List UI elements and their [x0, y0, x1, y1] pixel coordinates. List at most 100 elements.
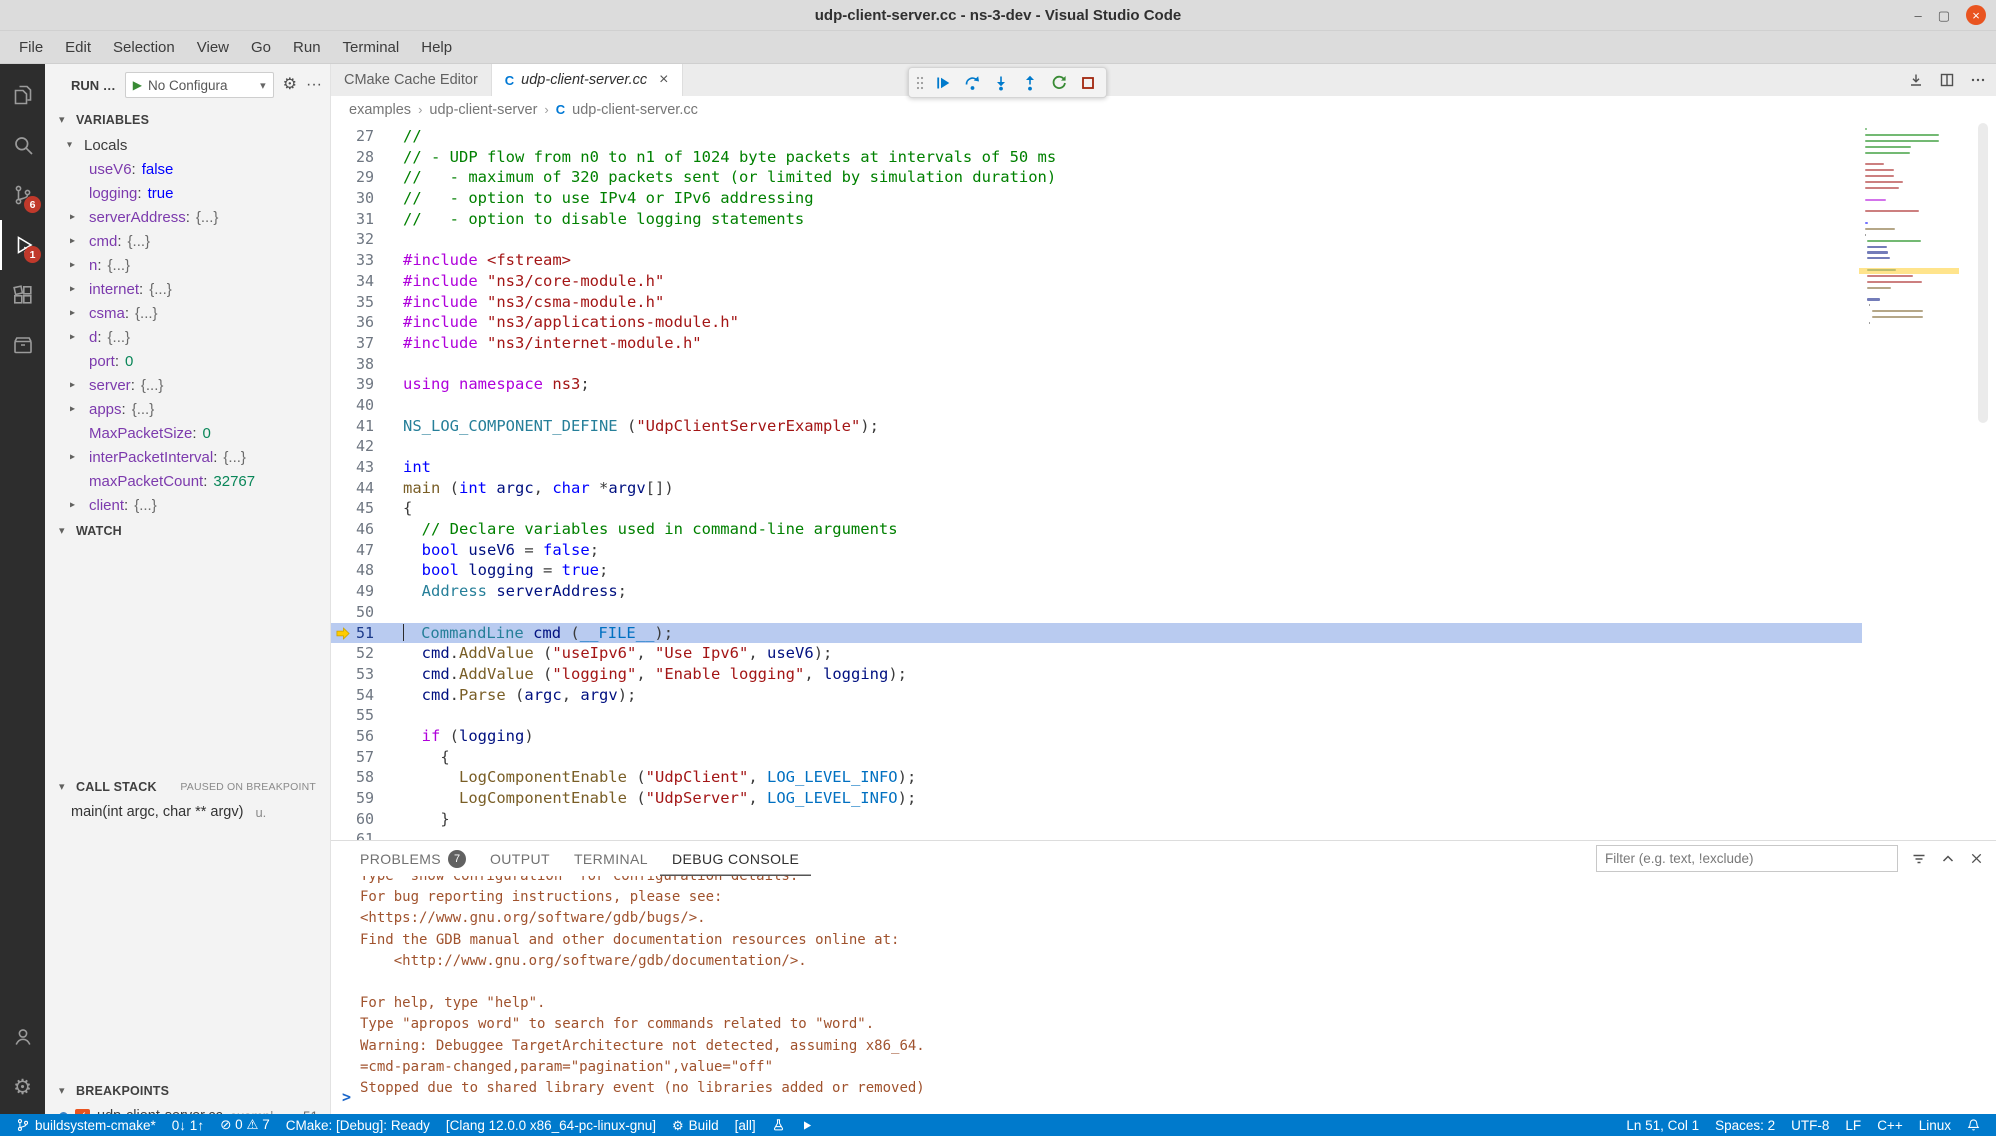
- cursor-position[interactable]: Ln 51, Col 1: [1618, 1114, 1707, 1136]
- build-button[interactable]: ⚙Build: [664, 1114, 727, 1136]
- cmake-kit-status[interactable]: [Clang 12.0.0 x86_64-pc-linux-gnu]: [438, 1114, 664, 1136]
- menu-file[interactable]: File: [8, 31, 54, 63]
- code-line[interactable]: 29// - maximum of 320 packets sent (or l…: [331, 167, 1862, 188]
- variable-row[interactable]: ▸client:{...}: [45, 493, 330, 517]
- tab-udp-client-server[interactable]: C udp-client-server.cc ×: [492, 64, 683, 96]
- close-tab-icon[interactable]: ×: [659, 72, 668, 88]
- panel-tab-debug-console[interactable]: DEBUG CONSOLE: [660, 841, 811, 876]
- code-line[interactable]: 50: [331, 602, 1862, 623]
- code-line[interactable]: 46 // Declare variables used in command-…: [331, 519, 1862, 540]
- code-line[interactable]: 27//: [331, 126, 1862, 147]
- chevron-collapsed-icon[interactable]: ▸: [70, 236, 75, 247]
- breakpoint-checkbox[interactable]: ✓: [75, 1109, 90, 1115]
- tab-cmake-cache-editor[interactable]: CMake Cache Editor: [331, 64, 492, 96]
- breadcrumb-file[interactable]: udp-client-server.cc: [572, 102, 698, 118]
- close-window-icon[interactable]: ×: [1966, 5, 1986, 25]
- variable-row[interactable]: ▸serverAddress:{...}: [45, 205, 330, 229]
- build-target-button[interactable]: [all]: [727, 1114, 764, 1136]
- start-debugging-icon[interactable]: ▶: [133, 78, 142, 92]
- code-line[interactable]: 60 }: [331, 809, 1862, 830]
- menu-go[interactable]: Go: [240, 31, 282, 63]
- minimap[interactable]: [1861, 128, 1957, 418]
- account-icon[interactable]: [0, 1012, 45, 1062]
- variable-row[interactable]: ▸internet:{...}: [45, 277, 330, 301]
- code-line[interactable]: 52 cmd.AddValue ("useIpv6", "Use Ipv6", …: [331, 643, 1862, 664]
- chevron-collapsed-icon[interactable]: ▸: [70, 284, 75, 295]
- continue-button[interactable]: [930, 70, 956, 96]
- variable-row[interactable]: ▸d:{...}: [45, 325, 330, 349]
- code-line[interactable]: 48 bool logging = true;: [331, 560, 1862, 581]
- run-tests-button[interactable]: [764, 1114, 793, 1136]
- chevron-collapsed-icon[interactable]: ▸: [70, 500, 75, 511]
- variable-row[interactable]: ▸server:{...}: [45, 373, 330, 397]
- menu-selection[interactable]: Selection: [102, 31, 186, 63]
- filter-icon[interactable]: [1911, 851, 1927, 867]
- chevron-collapsed-icon[interactable]: ▸: [70, 404, 75, 415]
- code-line[interactable]: 56 if (logging): [331, 726, 1862, 747]
- variable-row[interactable]: ▸n:{...}: [45, 253, 330, 277]
- more-actions-icon[interactable]: [1970, 72, 1986, 88]
- restart-button[interactable]: [1046, 70, 1072, 96]
- eol-status[interactable]: LF: [1837, 1114, 1869, 1136]
- breakpoint-row[interactable]: ✓ udp-client-server.cc exampl... 51: [45, 1104, 330, 1114]
- download-icon[interactable]: [1908, 72, 1924, 88]
- split-editor-icon[interactable]: [1939, 72, 1955, 88]
- stack-frame-row[interactable]: main(int argc, char ** argv) u.: [45, 800, 330, 824]
- code-line[interactable]: 61: [331, 829, 1862, 840]
- code-line[interactable]: 39using namespace ns3;: [331, 374, 1862, 395]
- panel-tab-output[interactable]: OUTPUT: [478, 841, 562, 876]
- extensions-icon[interactable]: [0, 270, 45, 320]
- breadcrumb-examples[interactable]: examples: [349, 102, 411, 118]
- editor-scrollbar[interactable]: [1978, 123, 1988, 423]
- variable-row[interactable]: ▸csma:{...}: [45, 301, 330, 325]
- code-line[interactable]: 55: [331, 705, 1862, 726]
- variable-row[interactable]: ▸cmd:{...}: [45, 229, 330, 253]
- indentation-status[interactable]: Spaces: 2: [1707, 1114, 1783, 1136]
- more-actions-icon[interactable]: ···: [306, 77, 322, 93]
- code-line[interactable]: 58 LogComponentEnable ("UdpClient", LOG_…: [331, 767, 1862, 788]
- maximize-panel-icon[interactable]: [1940, 851, 1956, 867]
- restore-icon[interactable]: ▢: [1938, 9, 1950, 22]
- code-line[interactable]: 33#include <fstream>: [331, 250, 1862, 271]
- breadcrumb-udp-client-server[interactable]: udp-client-server: [429, 102, 537, 118]
- chevron-collapsed-icon[interactable]: ▸: [70, 380, 75, 391]
- menu-terminal[interactable]: Terminal: [332, 31, 411, 63]
- code-line[interactable]: 41NS_LOG_COMPONENT_DEFINE ("UdpClientSer…: [331, 416, 1862, 437]
- variable-row[interactable]: MaxPacketSize:0: [45, 421, 330, 445]
- sync-status[interactable]: 0↓ 1↑: [164, 1114, 212, 1136]
- code-line[interactable]: 35#include "ns3/csma-module.h": [331, 292, 1862, 313]
- code-line[interactable]: 42: [331, 436, 1862, 457]
- code-area[interactable]: 27//28// - UDP flow from n0 to n1 of 102…: [331, 123, 1996, 840]
- cmake-status[interactable]: CMake: [Debug]: Ready: [278, 1114, 438, 1136]
- gear-icon[interactable]: ⚙: [283, 77, 297, 93]
- chevron-expanded-icon[interactable]: ▾: [67, 140, 72, 151]
- code-line[interactable]: 44main (int argc, char *argv[]): [331, 478, 1862, 499]
- code-line[interactable]: 51 CommandLine cmd (__FILE__);: [331, 623, 1862, 644]
- code-line[interactable]: 45{: [331, 498, 1862, 519]
- variable-row[interactable]: ▸interPacketInterval:{...}: [45, 445, 330, 469]
- panel-tab-terminal[interactable]: TERMINAL: [562, 841, 660, 876]
- breakpoints-section-header[interactable]: ▾ BREAKPOINTS: [45, 1077, 330, 1104]
- step-into-button[interactable]: [988, 70, 1014, 96]
- chevron-collapsed-icon[interactable]: ▸: [70, 308, 75, 319]
- variable-row[interactable]: port:0: [45, 349, 330, 373]
- problems-status[interactable]: ⊘ 0 ⚠ 7: [212, 1114, 278, 1136]
- menu-run[interactable]: Run: [282, 31, 332, 63]
- chevron-collapsed-icon[interactable]: ▸: [70, 260, 75, 271]
- code-line[interactable]: 40: [331, 395, 1862, 416]
- notifications-bell[interactable]: [1959, 1114, 1988, 1136]
- code-line[interactable]: 59 LogComponentEnable ("UdpServer", LOG_…: [331, 788, 1862, 809]
- menu-help[interactable]: Help: [410, 31, 463, 63]
- close-panel-icon[interactable]: [1969, 851, 1984, 866]
- watch-section-header[interactable]: ▾ WATCH: [45, 517, 330, 544]
- debug-config-dropdown[interactable]: ▶ No Configura ▾: [125, 72, 274, 98]
- run-and-debug-icon[interactable]: 1: [0, 220, 45, 270]
- callstack-section-header[interactable]: ▾ CALL STACK PAUSED ON BREAKPOINT: [45, 773, 330, 800]
- variable-row[interactable]: maxPacketCount:32767: [45, 469, 330, 493]
- code-line[interactable]: 28// - UDP flow from n0 to n1 of 1024 by…: [331, 147, 1862, 168]
- variable-row[interactable]: useV6:false: [45, 157, 330, 181]
- code-line[interactable]: 43int: [331, 457, 1862, 478]
- chevron-collapsed-icon[interactable]: ▸: [70, 212, 75, 223]
- code-line[interactable]: 53 cmd.AddValue ("logging", "Enable logg…: [331, 664, 1862, 685]
- package-icon[interactable]: [0, 320, 45, 370]
